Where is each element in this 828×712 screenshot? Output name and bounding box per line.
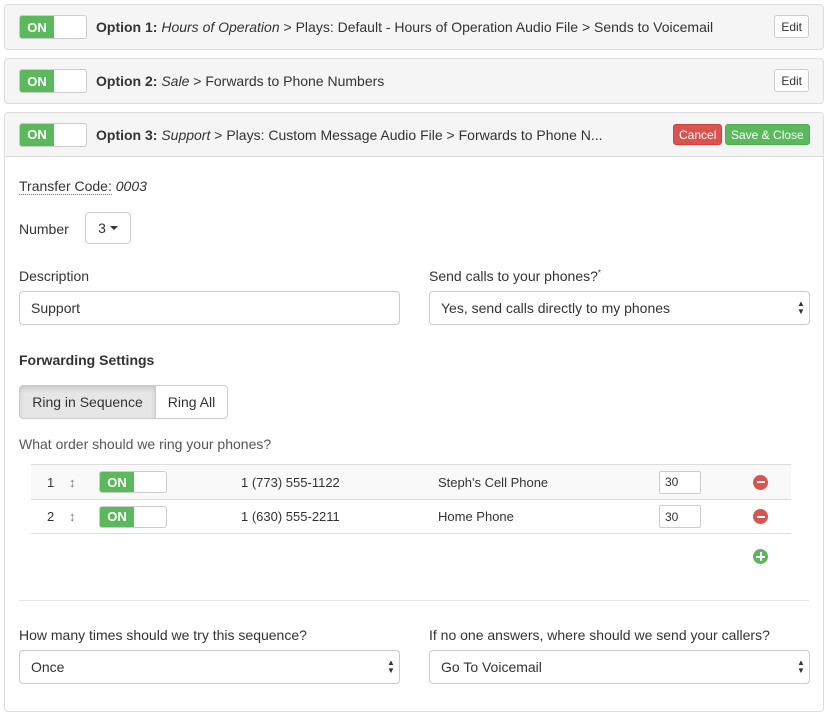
option-3-toggle[interactable]: ON [19, 122, 87, 147]
option-2-panel: ON Option 2: Sale > Forwards to Phone Nu… [4, 58, 824, 104]
description-label: Description [19, 268, 90, 284]
toggle-on-label: ON [20, 16, 54, 38]
option-1-summary: Option 1: Hours of Operation > Plays: De… [96, 19, 713, 35]
option-name: Hours of Operation [161, 19, 280, 35]
option-flow: > Plays: Custom Message Audio File > For… [210, 126, 603, 143]
option-1-toggle[interactable]: ON [19, 15, 87, 39]
cancel-button[interactable]: Cancel [673, 124, 723, 145]
no-answer-label: If no one answers, where should we send … [429, 627, 770, 643]
remove-icon[interactable] [753, 474, 768, 490]
ring-seconds-input[interactable]: 30 [659, 505, 701, 528]
number-label: Number [19, 221, 69, 237]
option-2-header: ON Option 2: Sale > Forwards to Phone Nu… [5, 59, 823, 103]
option-3-summary: Option 3: Support > Plays: Custom Messag… [96, 127, 603, 143]
toggle-on-label: ON [100, 506, 134, 527]
divider [19, 600, 809, 601]
phone-name: Home Phone [438, 509, 514, 524]
select-arrows-icon: ▲ ▼ [387, 658, 395, 675]
description-input[interactable]: Support [19, 291, 400, 325]
phone-number: 1 (630) 555-2211 [241, 509, 340, 524]
phone-toggle[interactable]: ON [99, 471, 167, 493]
row-order: 2 [47, 509, 55, 524]
no-answer-select[interactable]: Go To Voicemail ▲ ▼ [429, 650, 810, 684]
option-number-label: Option 2: [96, 73, 158, 89]
send-calls-value: Yes, send calls directly to my phones [441, 300, 671, 316]
no-answer-value: Go To Voicemail [441, 659, 542, 675]
phone-toggle[interactable]: ON [99, 505, 167, 528]
phone-number: 1 (773) 555-1122 [241, 474, 340, 490]
option-flow: > Forwards to Phone Numbers [189, 73, 385, 89]
option-name: Support [161, 126, 211, 143]
option-number-label: Option 1: [96, 19, 158, 35]
option-1-header: ON Option 1: Hours of Operation > Plays:… [5, 5, 823, 49]
tries-select[interactable]: Once ▲ ▼ [19, 650, 400, 684]
toggle-on-label: ON [100, 472, 134, 492]
option-3-header: ON Option 3: Support > Plays: Custom Mes… [5, 113, 823, 157]
phone-row: 1 ↕ ON 1 (773) 555-1122 Steph's Cell Pho… [31, 464, 791, 499]
number-value: 3 [98, 220, 106, 236]
tries-label: How many times should we try this sequen… [19, 627, 307, 643]
phone-name: Steph's Cell Phone [438, 474, 549, 490]
option-2-summary: Option 2: Sale > Forwards to Phone Numbe… [96, 73, 384, 89]
transfer-code: Transfer Code: 0003 [19, 178, 147, 195]
ring-all-button[interactable]: Ring All [155, 385, 228, 419]
drag-handle-icon[interactable]: ↕ [69, 475, 76, 490]
send-calls-label: Send calls to your phones?* [429, 268, 602, 284]
option-1-panel: ON Option 1: Hours of Operation > Plays:… [4, 4, 824, 50]
option-flow: > Plays: Default - Hours of Operation Au… [279, 19, 714, 35]
transfer-code-value: 0003 [115, 178, 147, 194]
toggle-on-label: ON [20, 70, 54, 92]
ring-order-question: What order should we ring your phones? [19, 436, 272, 452]
add-phone-icon[interactable] [753, 549, 768, 564]
option-3-panel: ON Option 3: Support > Plays: Custom Mes… [4, 112, 824, 712]
option-1-edit-button[interactable]: Edit [774, 15, 809, 38]
forwarding-settings-heading: Forwarding Settings [19, 352, 155, 368]
row-order: 1 [47, 474, 55, 490]
drag-handle-icon[interactable]: ↕ [69, 509, 76, 524]
toggle-on-label: ON [20, 123, 54, 146]
number-dropdown[interactable]: 3 [85, 212, 131, 244]
phone-row: 2 ↕ ON 1 (630) 555-2211 Home Phone 30 [31, 499, 791, 534]
ring-seconds-input[interactable]: 30 [659, 470, 701, 494]
select-arrows-icon: ▲ ▼ [797, 658, 805, 675]
select-arrows-icon: ▲ ▼ [797, 299, 805, 316]
remove-icon[interactable] [753, 509, 768, 524]
ring-in-sequence-button[interactable]: Ring in Sequence [19, 385, 156, 419]
option-2-toggle[interactable]: ON [19, 69, 87, 93]
required-mark: * [597, 268, 602, 278]
option-number-label: Option 3: [96, 126, 158, 143]
option-2-edit-button[interactable]: Edit [774, 69, 809, 92]
save-close-button[interactable]: Save & Close [725, 124, 810, 145]
send-calls-select[interactable]: Yes, send calls directly to my phones ▲ ▼ [429, 291, 810, 325]
option-name: Sale [161, 73, 190, 89]
caret-down-icon [109, 226, 118, 230]
tries-value: Once [31, 659, 65, 675]
transfer-code-label: Transfer Code: [19, 178, 112, 195]
